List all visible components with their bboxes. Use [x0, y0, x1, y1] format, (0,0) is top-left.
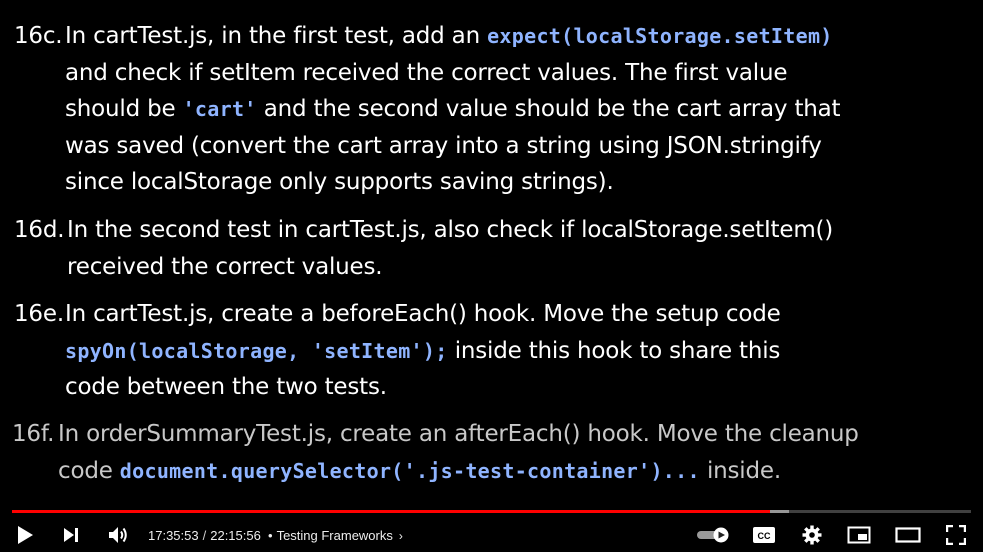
step-text: In cartTest.js, in the first test, add a… [65, 23, 480, 49]
step-text: should be [65, 96, 176, 122]
progress-played [12, 510, 770, 513]
step-line: was saved (convert the cart array into a… [65, 132, 822, 159]
current-time: 17:35:53 [148, 528, 199, 543]
code-snippet: 'cart' [182, 97, 257, 121]
step-line: In orderSummaryTest.js, create an afterE… [58, 421, 859, 447]
next-icon [62, 527, 80, 543]
gear-icon [802, 525, 822, 545]
step-line: and check if setItem received the correc… [65, 59, 788, 86]
code-snippet: spyOn(localStorage, 'setItem'); [65, 338, 448, 363]
step-16e: 16e. In cartTest.js, create a beforeEach… [14, 296, 979, 406]
theater-icon [895, 527, 921, 543]
next-button[interactable] [56, 518, 86, 552]
mute-button[interactable] [102, 518, 134, 552]
step-number: 16e. [14, 301, 64, 327]
miniplayer-icon [847, 526, 871, 544]
step-16c: 16c. In cartTest.js, in the first test, … [14, 18, 979, 203]
volume-icon [107, 525, 129, 545]
fullscreen-button[interactable] [940, 518, 972, 552]
step-text: inside. [706, 457, 781, 484]
time-display: 17:35:53/22:15:56 [148, 528, 261, 543]
fullscreen-icon [946, 525, 966, 545]
play-icon [16, 525, 34, 545]
chapter-button[interactable]: • Testing Frameworks › [268, 528, 403, 543]
chapter-title: Testing Frameworks [276, 528, 393, 543]
step-line: In the second test in cartTest.js, also … [67, 217, 834, 243]
step-text: code [58, 457, 113, 484]
autoplay-toggle-icon [696, 527, 732, 543]
step-text: inside this hook to share this [454, 337, 781, 364]
step-number: 16f. [12, 421, 55, 447]
chapter-bullet: • [268, 528, 273, 543]
captions-label: CC [758, 531, 771, 541]
progress-bar[interactable] [12, 510, 971, 513]
step-line: In cartTest.js, create a beforeEach() ho… [65, 301, 781, 327]
theater-mode-button[interactable] [891, 518, 925, 552]
step-line: code between the two tests. [65, 374, 387, 400]
step-16d: 16d. In the second test in cartTest.js, … [14, 212, 979, 287]
step-line: should be 'cart' and the second value sh… [65, 91, 841, 128]
code-snippet: expect(localStorage.setItem) [487, 24, 833, 48]
slide-content: 16c. In cartTest.js, in the first test, … [0, 0, 983, 505]
settings-button[interactable] [796, 518, 828, 552]
step-number: 16c. [14, 23, 63, 49]
captions-icon: CC [752, 526, 776, 544]
step-line: spyOn(localStorage, 'setItem'); inside t… [65, 333, 780, 370]
step-line: since localStorage only supports saving … [65, 169, 614, 195]
autoplay-toggle[interactable] [694, 518, 734, 552]
progress-loaded [769, 510, 789, 513]
captions-button[interactable]: CC [748, 518, 780, 552]
step-text: and the second value should be the cart … [263, 96, 841, 122]
player-controls: 17:35:53/22:15:56 • Testing Frameworks › C… [0, 518, 983, 552]
time-separator: / [202, 528, 207, 543]
step-number: 16d. [14, 217, 65, 243]
code-snippet: document.querySelector('.js-test-contain… [119, 458, 700, 483]
step-line: In cartTest.js, in the first test, add a… [65, 18, 833, 55]
step-line: code document.querySelector('.js-test-co… [58, 453, 781, 490]
chevron-right-icon: › [398, 529, 403, 543]
play-button[interactable] [10, 518, 40, 552]
duration: 22:15:56 [210, 528, 261, 543]
step-line: received the correct values. [67, 253, 383, 280]
miniplayer-button[interactable] [843, 518, 875, 552]
step-16f: 16f. In orderSummaryTest.js, create an a… [12, 416, 981, 491]
